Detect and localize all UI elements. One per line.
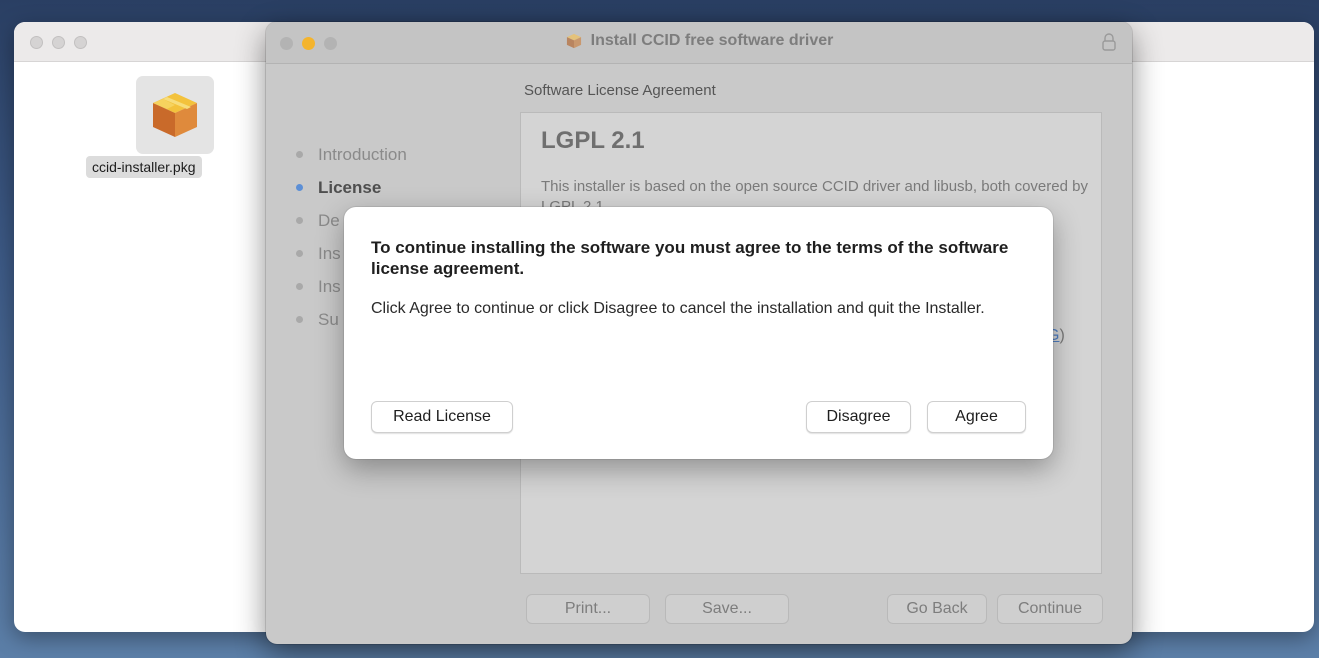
step-label: De <box>318 211 340 230</box>
step-bullet <box>296 250 303 257</box>
installer-window-title: Install CCID free software driver <box>266 32 1132 50</box>
print-button[interactable]: Print... <box>526 594 650 624</box>
continue-button[interactable]: Continue <box>997 594 1103 624</box>
save-button[interactable]: Save... <box>665 594 789 624</box>
step-label: Su <box>318 310 339 329</box>
installer-titlebar: Install CCID free software driver <box>266 22 1132 64</box>
package-icon <box>566 33 581 49</box>
step-bullet <box>296 283 303 290</box>
lock-icon[interactable] <box>1102 33 1116 51</box>
installer-title-text: Install CCID free software driver <box>590 32 834 49</box>
package-file-icon[interactable] <box>136 76 214 154</box>
step-license: License <box>294 177 407 210</box>
step-label: Ins <box>318 244 341 263</box>
package-icon <box>153 93 197 137</box>
finder-close-button[interactable] <box>30 36 43 49</box>
finder-zoom-button[interactable] <box>74 36 87 49</box>
step-label: Introduction <box>318 145 407 164</box>
finder-minimize-button[interactable] <box>52 36 65 49</box>
step-bullet <box>296 217 303 224</box>
pane-heading: Software License Agreement <box>524 82 716 99</box>
license-link-suffix: ) <box>1059 327 1065 344</box>
step-label: License <box>318 178 382 197</box>
go-back-button[interactable]: Go Back <box>887 594 987 624</box>
disagree-button[interactable]: Disagree <box>806 401 911 433</box>
read-license-button[interactable]: Read License <box>371 401 513 433</box>
step-bullet <box>296 184 303 191</box>
step-label: Ins <box>318 277 341 296</box>
step-bullet <box>296 151 303 158</box>
finder-window-controls <box>30 36 87 49</box>
step-bullet <box>296 316 303 323</box>
license-agreement-alert: To continue installing the software you … <box>344 207 1053 459</box>
alert-title: To continue installing the software you … <box>371 238 1009 278</box>
package-file-label[interactable]: ccid-installer.pkg <box>86 156 202 178</box>
step-introduction: Introduction <box>294 144 407 177</box>
agree-button[interactable]: Agree <box>927 401 1026 433</box>
alert-message: Click Agree to continue or click Disagre… <box>371 300 985 317</box>
license-title: LGPL 2.1 <box>541 127 645 154</box>
